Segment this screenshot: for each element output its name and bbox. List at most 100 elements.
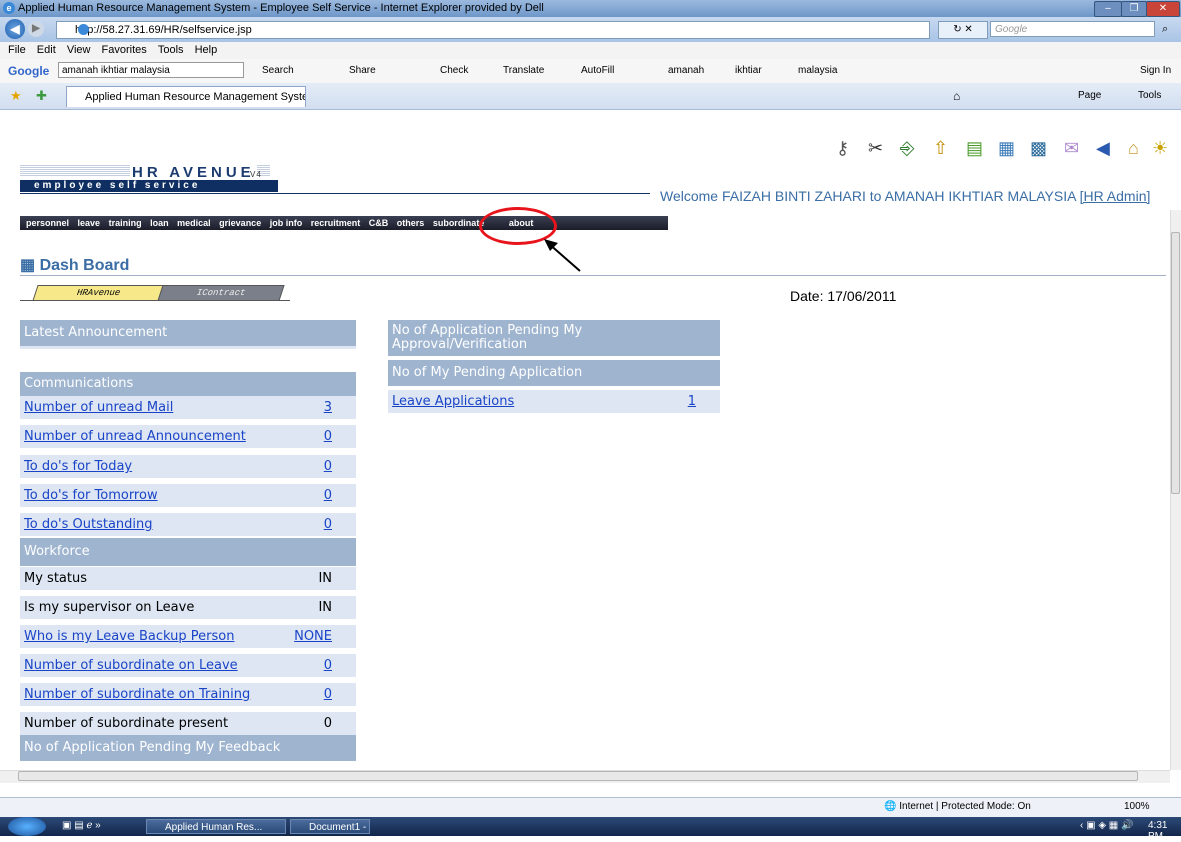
browser-search-input[interactable]: Google [990,21,1155,37]
leave-applications-count[interactable]: 1 [688,390,696,414]
toolbar-ikhtiar[interactable]: ikhtiar [735,65,762,76]
menu-favorites[interactable]: Favorites [102,42,147,59]
subordinate-training-link[interactable]: Number of subordinate on Training [24,683,250,707]
nav-training[interactable]: training [109,218,142,228]
nav-medical[interactable]: medical [177,218,211,228]
forward-button[interactable]: ▶ [28,21,44,37]
security-zone[interactable]: 🌐 Internet | Protected Mode: On [884,801,1031,812]
exit-icon[interactable]: ⎆ [900,138,914,159]
toolbar-check[interactable]: Check [440,65,468,76]
quick-launch-icons[interactable]: ▣ ▤ ℯ » [62,820,101,831]
google-toolbar: Google amanah ikhtiar malaysia Search Sh… [0,59,1181,84]
menu-tools[interactable]: Tools [158,42,184,59]
taskbar-item-document[interactable]: Document1 - Micro... [290,819,370,834]
logo-version: V4 [250,170,262,179]
document-icon[interactable]: ▤ [966,138,983,159]
nav-loan[interactable]: loan [150,218,169,228]
todos-outstanding-count[interactable]: 0 [324,513,332,537]
minimize-button[interactable]: – [1094,1,1122,17]
nav-others[interactable]: others [397,218,425,228]
tools-menu[interactable]: Tools [1138,90,1161,101]
todos-today-count[interactable]: 0 [324,455,332,479]
todos-tomorrow-link[interactable]: To do's for Tomorrow [24,484,158,508]
todos-outstanding-link[interactable]: To do's Outstanding [24,513,153,537]
browser-tab-active[interactable]: Applied Human Resource Management System… [66,86,306,107]
start-button[interactable] [8,817,46,836]
leave-applications-link[interactable]: Leave Applications [392,390,514,414]
sign-in-button[interactable]: Sign In [1140,65,1171,76]
pending-feedback-header: No of Application Pending My Feedback [20,735,356,761]
nav-subordinate[interactable]: subordinate [433,218,485,228]
subordinate-leave-count[interactable]: 0 [324,654,332,678]
menu-bar: File Edit View Favorites Tools Help [0,42,1181,60]
todos-tomorrow-count[interactable]: 0 [324,484,332,508]
supervisor-leave-label: Is my supervisor on Leave [24,600,195,615]
page-menu[interactable]: Page [1078,90,1101,101]
unread-announcement-count[interactable]: 0 [324,425,332,449]
toolbar-share[interactable]: Share [349,65,376,76]
table-row: To do's for Tomorrow 0 [20,484,356,508]
google-search-input[interactable]: amanah ikhtiar malaysia [58,62,244,78]
org-chart-icon[interactable]: ▩ [1030,138,1047,159]
nav-leave[interactable]: leave [78,218,101,228]
toolbar-search[interactable]: Search [262,65,294,76]
title-divider [20,275,1166,276]
todos-today-link[interactable]: To do's for Today [24,455,132,479]
home-page-icon[interactable]: ⌂ [1128,138,1139,159]
search-icon[interactable]: ⌕ [1162,23,1168,36]
taskbar-item-browser[interactable]: Applied Human Res... [146,819,286,834]
menu-view[interactable]: View [67,42,91,59]
toolbar-autofill[interactable]: AutoFill [581,65,614,76]
url-input[interactable]: http://58.27.31.69/HR/selfservice.jsp [56,21,930,39]
dashboard-title-text: Dash Board [39,257,130,274]
tools-icon[interactable]: ✂ [868,138,883,159]
tab-hravenue[interactable]: HRAvenue [32,285,165,301]
menu-help[interactable]: Help [195,42,218,59]
toolbar-amanah[interactable]: amanah [668,65,704,76]
megaphone-icon[interactable]: ◀ [1096,138,1110,159]
security-zone-text: Internet | Protected Mode: On [899,801,1031,812]
lightbulb-icon[interactable]: ☀ [1152,138,1168,159]
menu-edit[interactable]: Edit [37,42,56,59]
subordinate-present-label: Number of subordinate present [24,716,229,731]
tray-icons[interactable]: ‹ ▣ ◈ ▦ 🔊 [1080,820,1133,831]
toolbar-malaysia[interactable]: malaysia [798,65,837,76]
unread-mail-link[interactable]: Number of unread Mail [24,396,173,420]
horizontal-scroll-thumb[interactable] [18,771,1138,781]
menu-file[interactable]: File [8,42,26,59]
leave-backup-value[interactable]: NONE [294,625,332,649]
refresh-stop-buttons[interactable]: ↻ ✕ [938,21,988,39]
hr-admin-link[interactable]: [HR Admin] [1080,188,1151,204]
nav-job-info[interactable]: job info [270,218,303,228]
back-button[interactable]: ◀ [5,19,25,39]
window-title-bar[interactable]: e Applied Human Resource Management Syst… [0,0,1181,17]
dashboard-icon: ▦ [20,257,36,274]
nav-personnel[interactable]: personnel [26,218,69,228]
add-favorites-icon[interactable]: ✚ [36,88,47,104]
nav-recruitment[interactable]: recruitment [311,218,361,228]
clock: 4:31 PM [1148,820,1168,842]
subordinate-present-count: 0 [323,716,332,731]
nav-cnb[interactable]: C&B [369,218,389,228]
unread-announcement-link[interactable]: Number of unread Announcement [24,425,246,449]
subordinate-training-count[interactable]: 0 [324,683,332,707]
latest-announcement-header: Latest Announcement [20,320,356,346]
nav-grievance[interactable]: grievance [219,218,261,228]
subordinate-leave-link[interactable]: Number of subordinate on Leave [24,654,238,678]
tab-icontract[interactable]: IContract [157,285,285,301]
upload-icon[interactable]: ⇧ [933,138,948,159]
toolbar-translate[interactable]: Translate [503,65,544,76]
favorites-star-icon[interactable]: ★ [10,88,22,104]
leave-backup-link[interactable]: Who is my Leave Backup Person [24,625,234,649]
home-icon[interactable]: ⌂ [953,89,960,103]
key-icon[interactable]: ⚷ [836,138,849,159]
page-content: HR AVENUE V4 employee self service ⚷ ✂ ⎆… [0,110,1170,770]
my-status-label: My status [24,571,87,586]
vertical-scroll-thumb[interactable] [1171,232,1180,494]
close-button[interactable]: ✕ [1146,1,1180,17]
zoom-level[interactable]: 100% [1124,801,1150,812]
unread-mail-count[interactable]: 3 [324,396,332,420]
maximize-button[interactable]: ❐ [1121,1,1147,17]
calculator-icon[interactable]: ▦ [998,138,1015,159]
mail-icon[interactable]: ✉ [1064,138,1079,159]
